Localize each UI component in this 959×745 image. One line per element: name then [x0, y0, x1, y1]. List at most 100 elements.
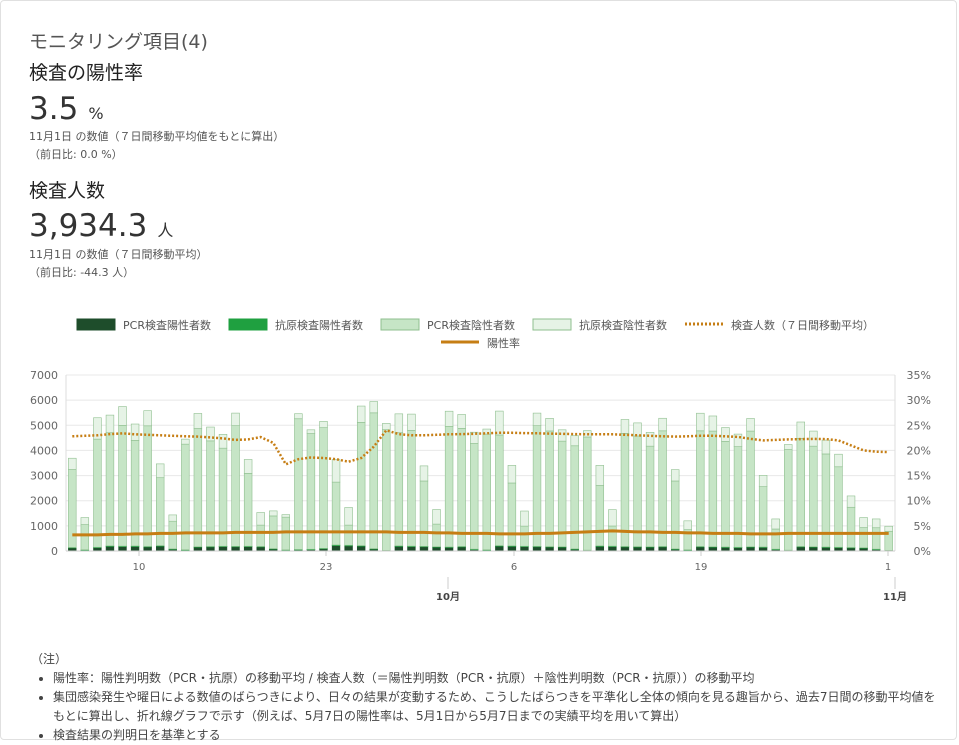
- footnotes: （注） 陽性率：陽性判明数（PCR・抗原）の移動平均 / 検査人数（＝陽性判明数…: [31, 650, 941, 745]
- bar-pcr-negative: [356, 422, 366, 546]
- bar-pcr-negative: [419, 480, 429, 547]
- bar-antigen-negative: [758, 475, 768, 487]
- bar-pcr-negative: [658, 430, 667, 547]
- footnote-item: 集団感染発生や曜日による数値のばらつきにより、日々の結果が変動するため、こうした…: [53, 688, 941, 726]
- bar-pcr-positive: [809, 546, 818, 552]
- bar-antigen-negative: [294, 413, 303, 420]
- bar-pcr-positive: [206, 546, 215, 552]
- bar-pcr-positive: [356, 545, 366, 552]
- bar-antigen-negative: [118, 406, 127, 426]
- monitoring-card: モニタリング項目(4) 検査の陽性率 3.5% 11月1日 の数値（７日間移動平…: [0, 0, 957, 742]
- bar-pcr-positive: [557, 546, 567, 552]
- bar-pcr-negative: [608, 525, 617, 547]
- positivity-unit: %: [88, 104, 104, 123]
- y-left-tick-label: 4000: [30, 444, 58, 457]
- bar-pcr-negative: [231, 425, 240, 547]
- bar-antigen-negative: [570, 435, 579, 447]
- bar-pcr-positive: [256, 546, 265, 552]
- legend-label: PCR検査陰性者数: [427, 318, 515, 332]
- bar-pcr-positive: [608, 546, 617, 552]
- footnote-list: 陽性率：陽性判明数（PCR・抗原）の移動平均 / 検査人数（＝陽性判明数（PCR…: [31, 669, 941, 745]
- bar-pcr-negative: [721, 441, 730, 548]
- bar-antigen-negative: [834, 453, 843, 468]
- bar-pcr-positive: [218, 546, 228, 552]
- legend-label: PCR検査陽性者数: [123, 318, 211, 332]
- footnote-heading: （注）: [31, 652, 68, 666]
- bar-pcr-negative: [319, 427, 328, 549]
- x-month-label: 10月: [436, 591, 460, 603]
- bar-pcr-positive: [118, 546, 127, 552]
- x-tick-label: 23: [320, 562, 333, 573]
- bar-pcr-positive: [721, 547, 730, 552]
- legend-swatch: [380, 318, 420, 331]
- tested-note: 11月1日 の数値（７日間移動平均） （前日比: -44.3 人）: [29, 246, 208, 282]
- positivity-note: 11月1日 の数値（７日間移動平均値をもとに算出） （前日比: 0.0 %）: [29, 128, 284, 164]
- bar-antigen-negative: [105, 414, 115, 434]
- bar-pcr-negative: [281, 516, 291, 551]
- bar-pcr-positive: [658, 546, 667, 552]
- bar-pcr-negative: [256, 524, 265, 547]
- bar-pcr-negative: [457, 428, 466, 547]
- bar-pcr-negative: [859, 527, 868, 549]
- bar-antigen-negative: [344, 507, 353, 526]
- bar-antigen-negative: [457, 414, 466, 429]
- bar-pcr-positive: [708, 546, 718, 552]
- bar-pcr-negative: [432, 523, 441, 548]
- bar-pcr-negative: [670, 480, 680, 550]
- bar-pcr-negative: [746, 430, 755, 548]
- bar-pcr-negative: [93, 438, 102, 548]
- bar-antigen-negative: [696, 412, 705, 432]
- bar-pcr-positive: [520, 546, 529, 552]
- bar-pcr-positive: [432, 546, 441, 552]
- bar-antigen-negative: [670, 469, 680, 482]
- bar-antigen-negative: [683, 520, 692, 530]
- bar-pcr-positive: [344, 545, 353, 552]
- bar-antigen-negative: [884, 525, 893, 532]
- bar-antigen-negative: [243, 459, 253, 474]
- bar-pcr-positive: [645, 546, 655, 552]
- bar-pcr-positive: [156, 545, 165, 552]
- tested-date-note: 11月1日 の数値（７日間移動平均）: [29, 248, 208, 261]
- bar-pcr-negative: [520, 525, 529, 547]
- bar-antigen-negative: [394, 413, 404, 434]
- tested-unit: 人: [157, 221, 174, 240]
- y-right-tick-label: 0%: [914, 545, 931, 558]
- x-tick-label: 19: [695, 562, 708, 573]
- bar-pcr-positive: [696, 546, 705, 552]
- bar-antigen-negative: [419, 465, 429, 482]
- bar-pcr-negative: [118, 425, 127, 547]
- positivity-value-block: 3.5%: [29, 91, 104, 127]
- bar-antigen-negative: [80, 517, 90, 525]
- bar-antigen-negative: [432, 509, 441, 525]
- y-right-tick-label: 5%: [914, 520, 931, 533]
- legend-label: 抗原検査陰性者数: [579, 318, 667, 332]
- x-tick-label: 1: [885, 562, 891, 573]
- bar-pcr-negative: [243, 473, 253, 547]
- combo-chart: PCR検査陽性者数 抗原検査陽性者数 PCR検査陰性者数 抗原検査陰性者数 検査人数（７…: [30, 318, 931, 603]
- bar-antigen-negative: [746, 418, 755, 432]
- bar-pcr-negative: [846, 506, 856, 548]
- bar-antigen-negative: [708, 415, 718, 432]
- bar-antigen-negative: [608, 509, 617, 527]
- footnote-item: 検査結果の判明日を基準とする: [53, 726, 941, 745]
- bar-pcr-negative: [407, 430, 416, 547]
- bar-antigen-negative: [156, 463, 165, 479]
- bar-pcr-negative: [595, 485, 605, 547]
- bar-pcr-negative: [331, 481, 341, 546]
- bar-antigen-negative: [871, 518, 881, 529]
- bar-antigen-negative: [331, 459, 341, 483]
- bar-pcr-positive: [633, 546, 642, 552]
- legend-swatch: [532, 318, 572, 331]
- bar-pcr-negative: [633, 435, 642, 547]
- card-subtitle: モニタリング項目(4): [29, 31, 208, 53]
- bar-pcr-negative: [758, 486, 768, 548]
- bar-pcr-positive: [457, 546, 466, 552]
- bar-pcr-positive: [758, 547, 768, 552]
- bar-antigen-negative: [633, 422, 642, 437]
- y-left-tick-label: 3000: [30, 470, 58, 483]
- bar-pcr-positive: [231, 546, 240, 552]
- bar-pcr-negative: [444, 425, 454, 548]
- bar-antigen-negative: [796, 421, 805, 439]
- bar-pcr-negative: [168, 520, 177, 550]
- bar-antigen-negative: [407, 413, 416, 431]
